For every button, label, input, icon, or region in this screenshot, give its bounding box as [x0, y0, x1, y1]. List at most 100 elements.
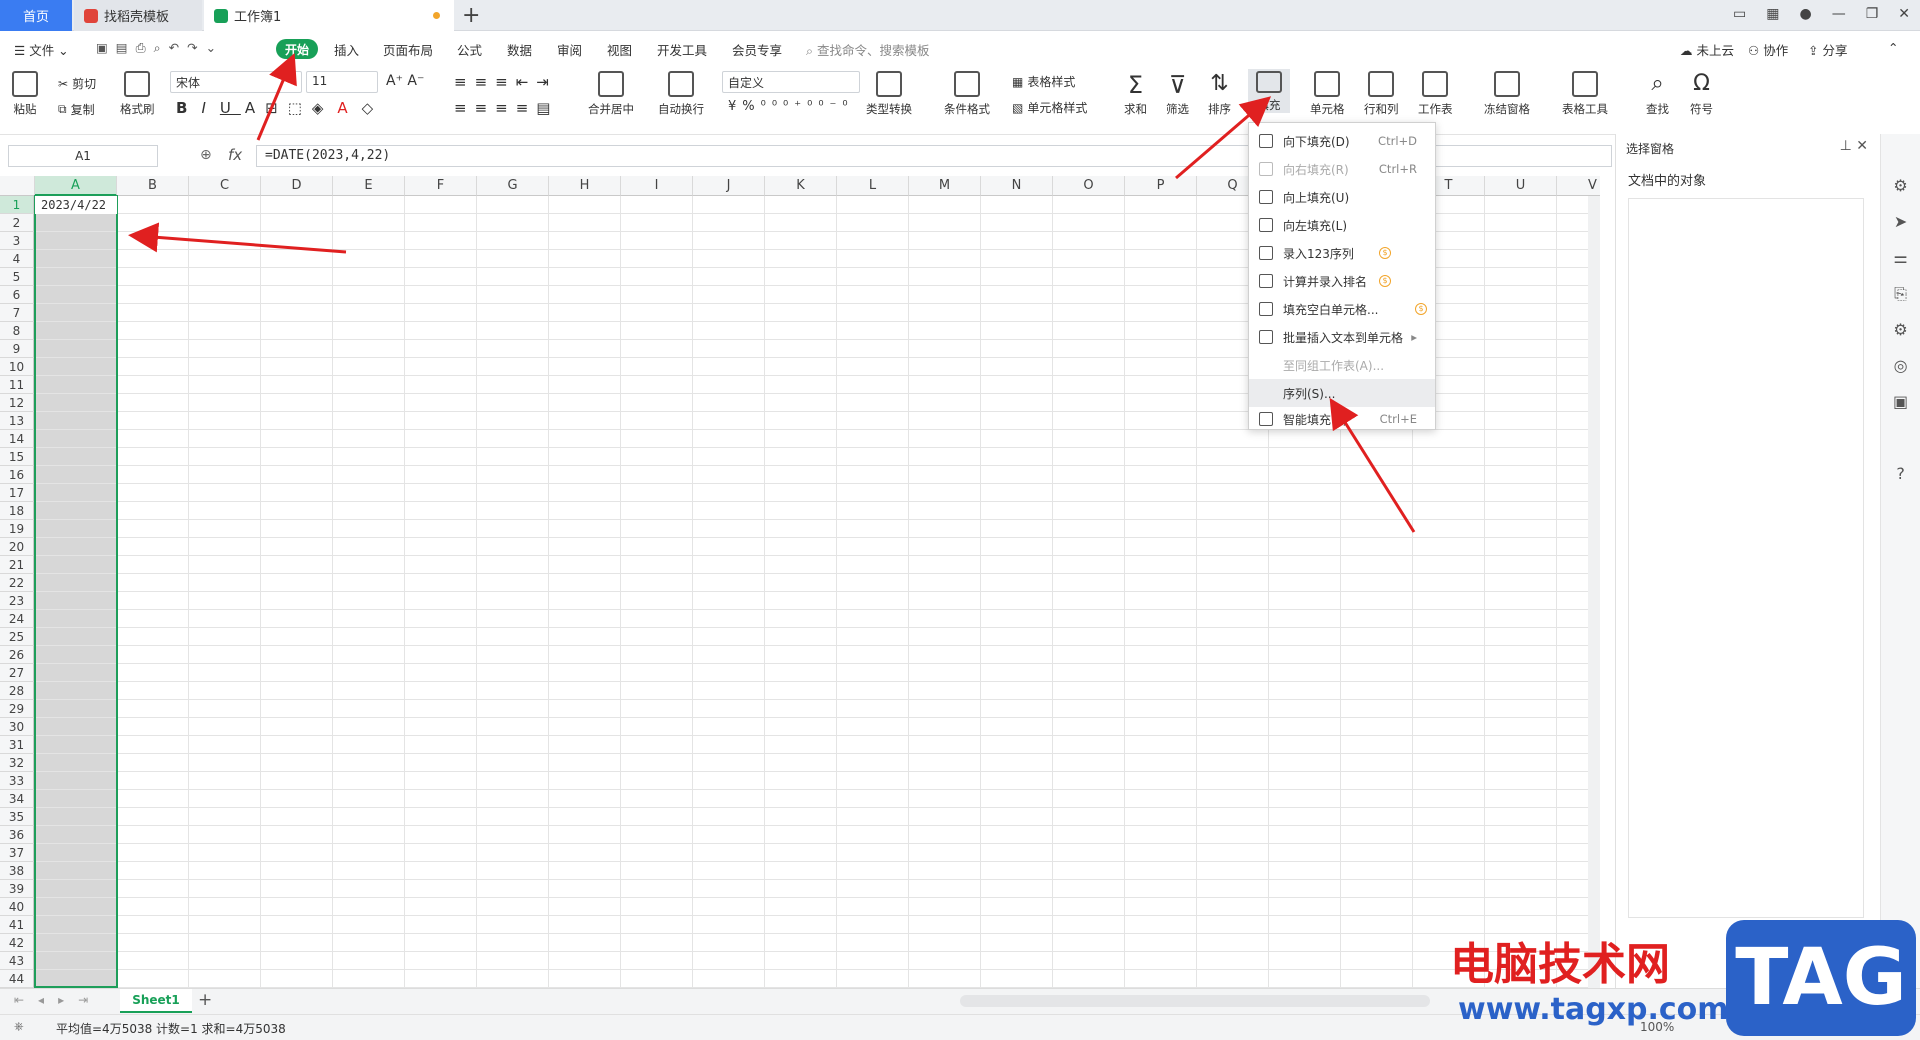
new-tab-button[interactable]: +	[462, 3, 480, 28]
command-search[interactable]: ⌕ 查找命令、搜索模板	[806, 40, 930, 59]
menu-formula[interactable]: 公式	[457, 40, 482, 59]
row-header[interactable]: 17	[0, 484, 34, 502]
column-header-m[interactable]: M	[909, 176, 981, 196]
cut-button[interactable]: ✂ 剪切	[58, 75, 96, 92]
row-header[interactable]: 7	[0, 304, 34, 322]
fx-icon[interactable]: fx	[228, 146, 242, 164]
object-list[interactable]	[1628, 198, 1864, 918]
row-header[interactable]: 15	[0, 448, 34, 466]
column-header-f[interactable]: F	[405, 176, 477, 196]
fill-menu-item[interactable]: 向上填充(U)	[1249, 183, 1435, 211]
share-button[interactable]: ⇪ 分享	[1808, 40, 1847, 59]
column-header-p[interactable]: P	[1125, 176, 1197, 196]
row-header[interactable]: 19	[0, 520, 34, 538]
row-header[interactable]: 43	[0, 952, 34, 970]
find-button[interactable]: ⌕ 查找	[1646, 71, 1669, 117]
row-header[interactable]: 13	[0, 412, 34, 430]
row-header[interactable]: 38	[0, 862, 34, 880]
table-style-button[interactable]: ▦ 表格样式	[1012, 73, 1075, 90]
column-header-n[interactable]: N	[981, 176, 1053, 196]
restore-icon[interactable]: ❐	[1866, 6, 1879, 22]
worksheet-button[interactable]: 工作表	[1418, 71, 1453, 117]
format-painter-button[interactable]: 格式刷	[120, 71, 155, 117]
row-header[interactable]: 28	[0, 682, 34, 700]
row-header[interactable]: 4	[0, 250, 34, 268]
row-header[interactable]: 36	[0, 826, 34, 844]
cell-style-button[interactable]: ▧ 单元格样式	[1012, 99, 1087, 116]
symbol-button[interactable]: Ω 符号	[1690, 71, 1713, 117]
fill-menu-item[interactable]: 批量插入文本到单元格 ▸	[1249, 323, 1435, 351]
row-header[interactable]: 5	[0, 268, 34, 286]
row-header[interactable]: 34	[0, 790, 34, 808]
column-header-o[interactable]: O	[1053, 176, 1125, 196]
type-convert-button[interactable]: 类型转换	[866, 71, 912, 117]
fill-menu-item[interactable]: 填充空白单元格... $	[1249, 295, 1435, 323]
tab-workbook[interactable]: 工作簿1	[204, 0, 454, 31]
apps-icon[interactable]: ▦	[1766, 6, 1779, 22]
menu-page-layout[interactable]: 页面布局	[383, 40, 433, 59]
file-menu[interactable]: ☰ 文件 ⌄	[14, 40, 69, 59]
font-size-select[interactable]: 11	[306, 71, 378, 93]
column-header-k[interactable]: K	[765, 176, 837, 196]
horizontal-scrollbar[interactable]	[960, 995, 1430, 1007]
row-header[interactable]: 41	[0, 916, 34, 934]
row-header[interactable]: 33	[0, 772, 34, 790]
selection-pane-title[interactable]: 选择窗格	[1626, 140, 1674, 157]
column-header-h[interactable]: H	[549, 176, 621, 196]
font-style-icons[interactable]: B I U A⊞⬚◈ A ◇	[176, 99, 383, 117]
fill-menu-item[interactable]: 录入123序列 $	[1249, 239, 1435, 267]
cloud-status[interactable]: ☁ 未上云	[1680, 40, 1734, 59]
paste-button[interactable]: 粘贴	[12, 71, 38, 117]
number-format-icons[interactable]: ¥%⁰⁰⁰⁺⁰⁰⁻⁰	[728, 99, 854, 114]
row-header[interactable]: 30	[0, 718, 34, 736]
tab-template[interactable]: 找稻壳模板	[74, 0, 202, 31]
row-header[interactable]: 32	[0, 754, 34, 772]
filter-button[interactable]: ⊽ 筛选	[1166, 71, 1189, 117]
menu-developer[interactable]: 开发工具	[657, 40, 707, 59]
fill-menu-item[interactable]: 序列(S)...	[1249, 379, 1435, 407]
align-icons-bottom[interactable]: ≡≡≡≡▤	[454, 99, 558, 117]
sum-button[interactable]: Σ 求和	[1124, 71, 1147, 117]
column-header-c[interactable]: C	[189, 176, 261, 196]
name-box[interactable]: A1	[8, 145, 158, 167]
column-header-e[interactable]: E	[333, 176, 405, 196]
quick-access-icons[interactable]: ▣▤⎙⌕↶↷⌄	[96, 40, 224, 56]
table-tools-button[interactable]: 表格工具	[1562, 71, 1608, 117]
close-icon[interactable]: ✕	[1898, 6, 1910, 22]
row-header[interactable]: 26	[0, 646, 34, 664]
sort-button[interactable]: ⇅ 排序	[1208, 71, 1231, 117]
row-header[interactable]: 9	[0, 340, 34, 358]
row-header[interactable]: 42	[0, 934, 34, 952]
pin-close-icons[interactable]: ⊥ ✕	[1840, 138, 1868, 154]
freeze-panes-button[interactable]: 冻结窗格	[1484, 71, 1530, 117]
row-header[interactable]: 44	[0, 970, 34, 988]
row-header[interactable]: 16	[0, 466, 34, 484]
row-header[interactable]: 1	[0, 196, 34, 214]
row-header[interactable]: 29	[0, 700, 34, 718]
fill-menu-item[interactable]: 计算并录入排名 $	[1249, 267, 1435, 295]
sheet-nav-icons[interactable]: ⇤◂▸⇥	[14, 993, 102, 1007]
row-header[interactable]: 20	[0, 538, 34, 556]
menu-review[interactable]: 审阅	[557, 40, 582, 59]
column-header-b[interactable]: B	[117, 176, 189, 196]
menu-start[interactable]: 开始	[276, 39, 318, 59]
select-all-corner[interactable]	[0, 176, 35, 196]
row-col-button[interactable]: 行和列	[1364, 71, 1399, 117]
column-header-i[interactable]: I	[621, 176, 693, 196]
row-header[interactable]: 35	[0, 808, 34, 826]
fill-menu-item[interactable]: 向左填充(L)	[1249, 211, 1435, 239]
row-header[interactable]: 25	[0, 628, 34, 646]
row-header[interactable]: 14	[0, 430, 34, 448]
avatar[interactable]: ●	[1799, 6, 1811, 22]
conditional-format-button[interactable]: 条件格式	[944, 71, 990, 117]
align-icons-top[interactable]: ≡≡≡⇤⇥	[454, 73, 557, 91]
font-grow-shrink[interactable]: A⁺ A⁻	[386, 73, 424, 89]
more-icon[interactable]: ⌃	[1888, 40, 1898, 55]
zoom-formula-icon[interactable]: ⊕	[200, 147, 212, 163]
row-header[interactable]: 22	[0, 574, 34, 592]
row-header[interactable]: 8	[0, 322, 34, 340]
row-header[interactable]: 18	[0, 502, 34, 520]
wrap-text-button[interactable]: 自动换行	[658, 71, 704, 117]
vertical-scrollbar[interactable]	[1588, 196, 1600, 988]
cells-button[interactable]: 单元格	[1310, 71, 1345, 117]
